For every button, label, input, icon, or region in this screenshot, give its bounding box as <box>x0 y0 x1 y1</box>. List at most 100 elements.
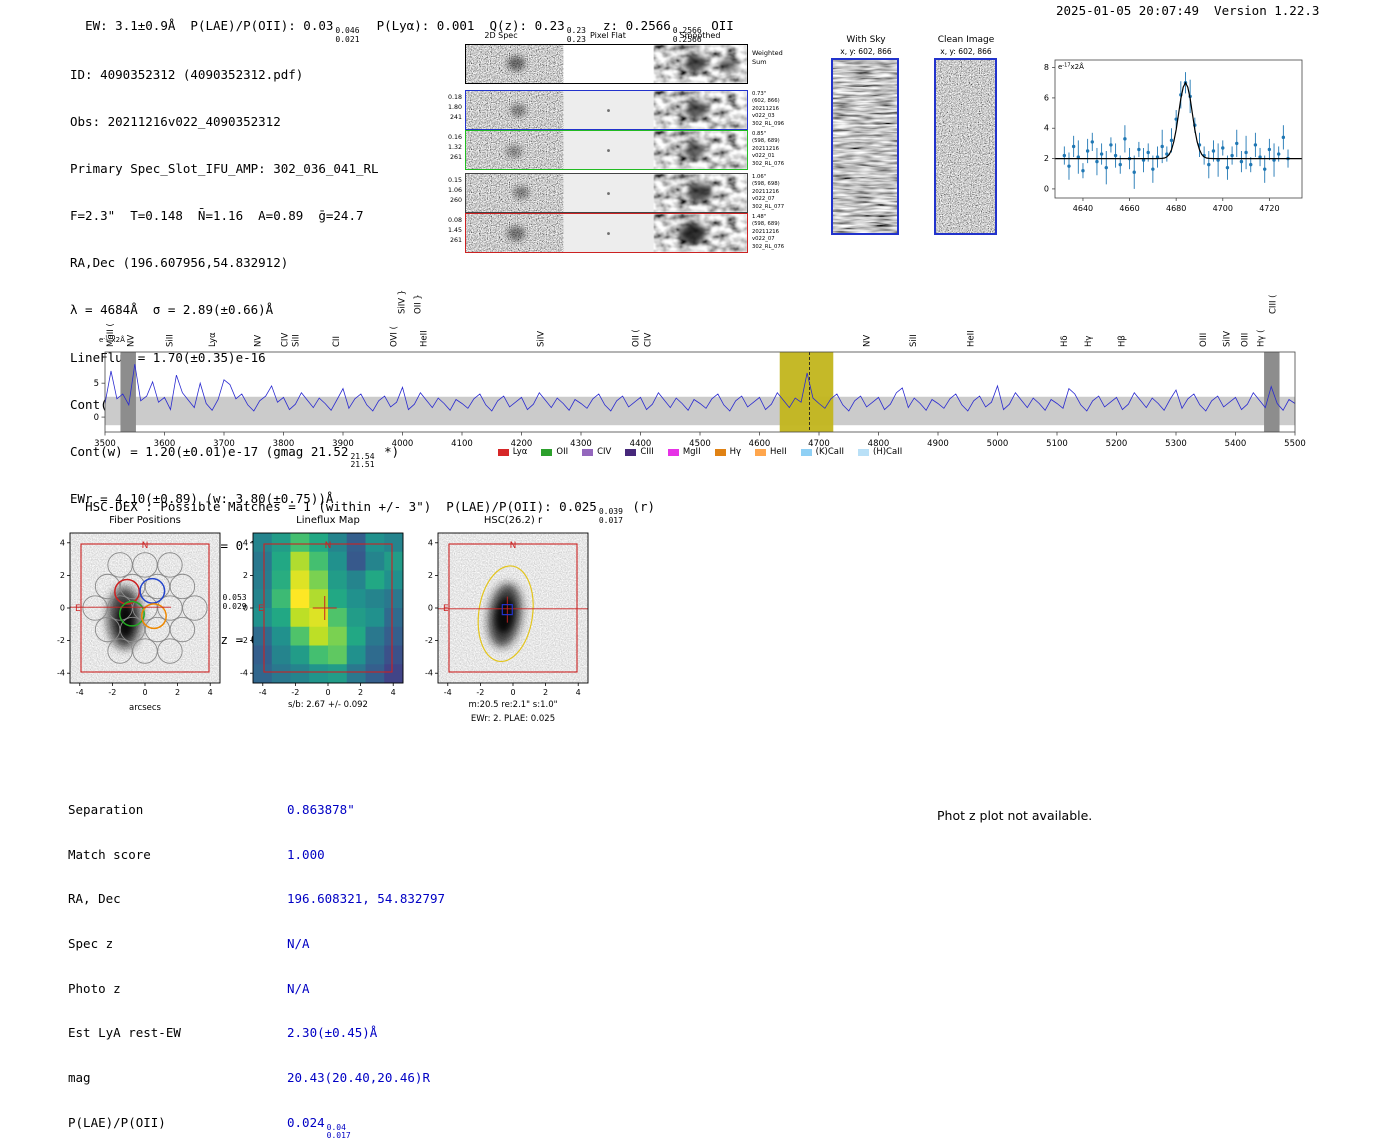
spec2d-row1-annotation: 0.73" (602, 866) 20211216 v022_03 302_RL… <box>752 91 802 128</box>
lineflux-map-title: Lineflux Map <box>296 515 360 526</box>
info-line-obs: Obs: 20211216v022_4090352312 <box>70 114 281 130</box>
full-spectrum-plot: 3500 3600 3700 3800 3900 4000 4100 4200 4300 4400… <box>94 290 1306 449</box>
spec2d-row3-annotation: 1.06" (598, 698) 20211216 v022_07 302_RL… <box>752 174 802 211</box>
svg-text:SiIV: SiIV <box>537 331 547 347</box>
svg-text:SiII: SiII <box>291 334 301 347</box>
info-line-seeing: F=2.3" T=0.148 N̄=1.16 A=0.89 ḡ=24.7 <box>70 208 364 224</box>
row1-ann-xy: (602, 866) <box>752 98 780 105</box>
svg-text:-2: -2 <box>240 636 248 645</box>
svg-text:4: 4 <box>391 688 396 697</box>
fiber-east-label: E <box>75 604 81 614</box>
row3-w3: 260 <box>449 196 462 204</box>
photz-unavailable-note: Phot z plot not available. <box>937 808 1093 823</box>
svg-text:SiIV: SiIV <box>1223 331 1233 347</box>
svg-text:Hγ: Hγ <box>1084 336 1094 347</box>
clean-image-noise <box>936 60 995 233</box>
row1-w3: 241 <box>449 113 462 121</box>
row2-w2: 1.32 <box>447 143 462 151</box>
with-sky-title-block: With Sky x, y: 602, 866 <box>824 35 908 56</box>
spec2d-fiber-strip-4 <box>465 213 748 253</box>
svg-text:HeII: HeII <box>419 330 429 347</box>
row3-ann-shot: v022_07 <box>752 196 775 203</box>
row1-ann-dist: 0.73" <box>752 91 767 97</box>
svg-text:CIV: CIV <box>281 333 291 347</box>
svg-text:6: 6 <box>1044 93 1049 102</box>
row3-ann-ifu: 302_RL_077 <box>752 203 785 210</box>
svg-text:e-17x2Å: e-17x2Å <box>1058 62 1084 71</box>
svg-text:4: 4 <box>60 538 65 547</box>
row3-w2: 1.06 <box>447 186 462 194</box>
row2-ann-ifu: 302_RL_076 <box>752 160 785 167</box>
svg-text:Lyα: Lyα <box>208 332 218 347</box>
hsc-north-label: N <box>510 541 517 551</box>
svg-text:NV: NV <box>127 335 137 347</box>
spec2d-row3-weights: 0.15 1.06 260 <box>433 176 462 205</box>
svg-text:OIII: OIII <box>1240 333 1250 347</box>
svg-text:OIII: OIII <box>1199 333 1209 347</box>
svg-text:OII (: OII ( <box>632 329 642 347</box>
row4-ann-ifu: 302_RL_076 <box>752 243 785 250</box>
row1-ann-ifu: 302_RL_096 <box>752 120 785 127</box>
info-line-id: ID: 4090352312 (4090352312.pdf) <box>70 67 304 82</box>
svg-text:4: 4 <box>1044 124 1049 133</box>
table-plae-frac: 0.04 0.017 <box>326 1122 351 1141</box>
svg-text:SiIV }: SiIV } <box>397 290 407 314</box>
row2-ann-shot: v022_01 <box>752 153 775 160</box>
row3-w1: 0.15 <box>447 177 462 184</box>
table-row-separation: Separation 0.863878" <box>68 802 445 817</box>
row-label: Est LyA rest-EW <box>68 1025 181 1041</box>
row3-ann-date: 20211216 <box>752 188 779 195</box>
spec2d-title-smoothed: Smoothed <box>679 31 721 40</box>
svg-text:Hδ: Hδ <box>1060 335 1070 347</box>
spec2d-title-pixelflat: Pixel Flat <box>590 31 626 40</box>
svg-text:2: 2 <box>60 571 65 580</box>
table-plae-sup: 0.04 <box>326 1122 346 1132</box>
table-row-specz: Spec z N/A <box>68 936 445 951</box>
svg-text:0: 0 <box>60 604 65 613</box>
svg-text:-4: -4 <box>240 669 248 678</box>
svg-text:CIV: CIV <box>644 333 654 347</box>
svg-text:-2: -2 <box>108 688 116 697</box>
svg-text:-4: -4 <box>425 669 433 678</box>
svg-text:4680: 4680 <box>1166 204 1186 213</box>
row4-w2: 1.45 <box>447 226 462 234</box>
svg-text:Hβ: Hβ <box>1117 335 1127 347</box>
svg-text:NV: NV <box>863 335 873 347</box>
row4-ann-date: 20211216 <box>752 228 779 235</box>
spec2d-row1-weights: 0.18 1.80 241 <box>433 93 462 122</box>
svg-text:4: 4 <box>576 688 581 697</box>
table-row-match-score: Match score 1.000 <box>68 847 445 862</box>
row-label: Photo z <box>68 980 121 996</box>
svg-text:0: 0 <box>1044 184 1049 193</box>
lineflux-east-label: E <box>258 604 264 614</box>
row4-ann-dist: 1.48" <box>752 214 767 220</box>
row-value: 2.30(±0.45)Å <box>287 1025 378 1041</box>
spec2d-row2-weights: 0.16 1.32 261 <box>433 133 462 162</box>
row-label: RA, Dec <box>68 891 121 907</box>
wsum-line1: Weighted <box>752 49 783 57</box>
spec2d-row4-annotation: 1.48" (598, 689) 20211216 v022_07 302_RL… <box>752 214 802 251</box>
with-sky-xy: x, y: 602, 866 <box>840 46 892 56</box>
row-label: Match score <box>68 846 151 862</box>
with-sky-image <box>831 58 899 235</box>
svg-text:-4: -4 <box>259 688 267 697</box>
svg-text:4720: 4720 <box>1259 204 1279 213</box>
table-row-est-ew: Est LyA rest-EW 2.30(±0.45)Å <box>68 1025 445 1040</box>
row-value: N/A <box>287 980 310 996</box>
svg-text:0: 0 <box>243 604 248 613</box>
fiber-north-label: N <box>142 541 149 551</box>
svg-text:2: 2 <box>543 688 548 697</box>
row-label: mag <box>68 1070 91 1086</box>
svg-text:HeII: HeII <box>967 330 977 347</box>
svg-text:SiII: SiII <box>165 334 175 347</box>
hsc-r-cutout: -4 -4 -2 -2 0 0 2 2 4 4 HSC(26.2) r m:20.5 re:2.1… <box>425 515 589 724</box>
svg-text:0: 0 <box>94 413 99 423</box>
row-value: 0.863878" <box>287 802 355 817</box>
spectrum-line-legend: Lyα OII CIV CIII MgII Hγ HeII (K)CaII (H)CaII <box>105 447 1295 457</box>
spec2d-fiber-strip-3 <box>465 173 748 213</box>
row4-w3: 261 <box>449 236 462 244</box>
row-value: 1.000 <box>287 846 325 862</box>
svg-text:-2: -2 <box>425 636 433 645</box>
svg-text:CIII (: CIII ( <box>1268 295 1278 314</box>
summary-ew-plae: EW: 3.1±0.9Å P(LAE)/P(OII): 0.03 <box>85 18 334 33</box>
